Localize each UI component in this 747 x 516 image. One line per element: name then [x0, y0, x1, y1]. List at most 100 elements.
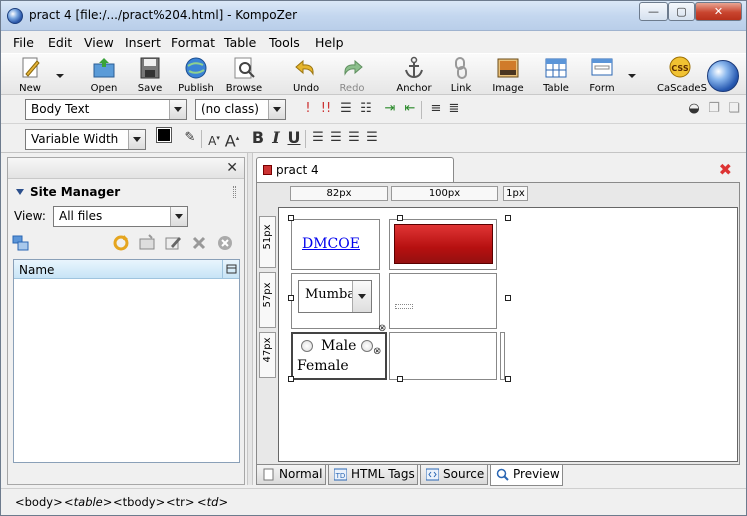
tab-preview[interactable]: Preview	[490, 465, 563, 486]
document-canvas[interactable]: DMCOE Mumbai Male Female ⊗ ⊗	[278, 207, 738, 462]
highlight-pen-icon[interactable]: ✎	[181, 129, 199, 147]
align-left-icon[interactable]: ☰	[309, 129, 327, 147]
new-folder-icon[interactable]	[138, 234, 156, 252]
save-button[interactable]: Save	[127, 56, 173, 96]
browse-button[interactable]: Browse	[221, 56, 267, 96]
outdent-icon[interactable]: ⇤	[401, 100, 419, 118]
publish-button[interactable]: Publish	[173, 56, 219, 96]
align-right-icon[interactable]: ☰	[345, 129, 363, 147]
resize-handle[interactable]	[288, 215, 294, 221]
text-color-picker[interactable]	[156, 127, 177, 148]
tag-body[interactable]: <body>	[15, 495, 63, 509]
menu-tools[interactable]: Tools	[269, 35, 300, 50]
dmcoe-link[interactable]: DMCOE	[302, 236, 360, 252]
table-cell[interactable]: Mumbai	[291, 273, 380, 329]
resize-handle[interactable]	[505, 376, 511, 382]
smaller-font-icon[interactable]: A▾	[205, 129, 223, 148]
form-dropdown-icon[interactable]	[628, 74, 636, 78]
anchor-button[interactable]: Anchor	[391, 56, 437, 96]
italic-button[interactable]: I	[267, 129, 285, 147]
tab-normal[interactable]: Normal	[256, 465, 326, 485]
bold-button[interactable]: B	[249, 129, 267, 147]
name-column-header[interactable]: Name	[14, 260, 239, 279]
link-button[interactable]: Link	[438, 56, 484, 96]
red-image-button[interactable]	[394, 224, 493, 264]
minimize-button[interactable]: —	[639, 2, 668, 21]
menu-view[interactable]: View	[84, 35, 114, 50]
style-preview-icon[interactable]: ◒	[685, 100, 703, 118]
form-button[interactable]: Form	[579, 56, 625, 96]
sidebar-splitter[interactable]	[247, 153, 253, 485]
collapse-triangle-icon[interactable]	[16, 189, 24, 195]
site-manager-header[interactable]: Site Manager	[8, 182, 244, 202]
table-cell[interactable]	[389, 273, 497, 329]
table-button[interactable]: Table	[533, 56, 579, 96]
edit-sites-icon[interactable]	[12, 234, 30, 252]
menu-file[interactable]: File	[13, 35, 34, 50]
column-ruler-3[interactable]: 1px	[503, 186, 528, 201]
image-button[interactable]: Image	[485, 56, 531, 96]
open-button[interactable]: Open	[81, 56, 127, 96]
tag-table[interactable]: <table>	[64, 495, 112, 509]
undo-button[interactable]: Undo	[283, 56, 329, 96]
redo-button[interactable]: Redo	[329, 56, 375, 96]
menu-table[interactable]: Table	[224, 35, 256, 50]
paragraph-style-select[interactable]: Body Text	[25, 99, 187, 120]
align-justify-icon[interactable]: ☰	[363, 129, 381, 147]
resize-handle[interactable]	[288, 376, 294, 382]
tag-tbody[interactable]: <tbody>	[113, 495, 165, 509]
indent-icon[interactable]: ⇥	[381, 100, 399, 118]
menu-format[interactable]: Format	[171, 35, 215, 50]
close-window-button[interactable]: ✕	[695, 2, 742, 21]
insert-column-icon[interactable]: ⊗	[378, 323, 386, 334]
new-button[interactable]: New	[7, 56, 53, 96]
new-dropdown-icon[interactable]	[56, 74, 64, 78]
narrow-table-cell[interactable]	[500, 332, 505, 380]
drag-grip-icon[interactable]	[233, 186, 236, 198]
larger-font-icon[interactable]: A▴	[223, 129, 241, 150]
column-ruler-2[interactable]: 100px	[391, 186, 498, 201]
class-select[interactable]: (no class)	[195, 99, 286, 120]
justify-alt-icon[interactable]: ≣	[445, 100, 463, 118]
numbered-list-icon[interactable]: ☰	[337, 100, 355, 118]
column-picker-icon[interactable]	[222, 260, 239, 278]
maximize-button[interactable]: ▢	[668, 2, 695, 21]
cascades-button[interactable]: CSS CaScadeS	[657, 56, 707, 96]
table-cell[interactable]: DMCOE	[291, 219, 380, 270]
align-center-icon[interactable]: ☰	[327, 129, 345, 147]
tab-html-tags[interactable]: TD HTML Tags	[328, 465, 418, 485]
tag-tr[interactable]: <tr>	[166, 495, 195, 509]
refresh-icon[interactable]	[112, 234, 130, 252]
document-tab[interactable]: pract 4	[256, 157, 454, 183]
bulleted-list-icon[interactable]: ☷	[357, 100, 375, 118]
menu-insert[interactable]: Insert	[125, 35, 161, 50]
site-file-tree[interactable]: Name	[13, 259, 240, 463]
city-select[interactable]: Mumbai	[298, 280, 372, 313]
delete-cell-icon[interactable]: ⊗	[373, 346, 381, 357]
tab-source[interactable]: Source	[420, 465, 488, 485]
font-select[interactable]: Variable Width	[25, 129, 146, 150]
radio-female[interactable]	[361, 340, 373, 352]
resize-handle[interactable]	[397, 215, 403, 221]
menu-help[interactable]: Help	[315, 35, 344, 50]
close-sidebar-icon[interactable]: ✕	[226, 160, 238, 176]
row-ruler-2[interactable]: 57px	[259, 272, 276, 328]
underline-button[interactable]: U	[285, 129, 303, 147]
table-cell[interactable]	[389, 219, 497, 270]
column-ruler-1[interactable]: 82px	[290, 186, 388, 201]
rename-icon[interactable]	[164, 234, 182, 252]
table-cell[interactable]	[389, 332, 497, 380]
resize-handle[interactable]	[397, 376, 403, 382]
menu-edit[interactable]: Edit	[48, 35, 72, 50]
view-filter-select[interactable]: All files	[53, 206, 188, 227]
delete-icon[interactable]	[190, 234, 208, 252]
row-ruler-3[interactable]: 47px	[259, 332, 276, 378]
resize-handle[interactable]	[505, 295, 511, 301]
justify-icon[interactable]: ≡	[427, 100, 445, 118]
double-mark-icon[interactable]: !!	[317, 100, 335, 118]
close-tab-icon[interactable]: ✖	[719, 160, 732, 179]
row-ruler-1[interactable]: 51px	[259, 216, 276, 268]
resize-handle[interactable]	[288, 295, 294, 301]
radio-male[interactable]	[301, 340, 313, 352]
resize-handle[interactable]	[505, 215, 511, 221]
